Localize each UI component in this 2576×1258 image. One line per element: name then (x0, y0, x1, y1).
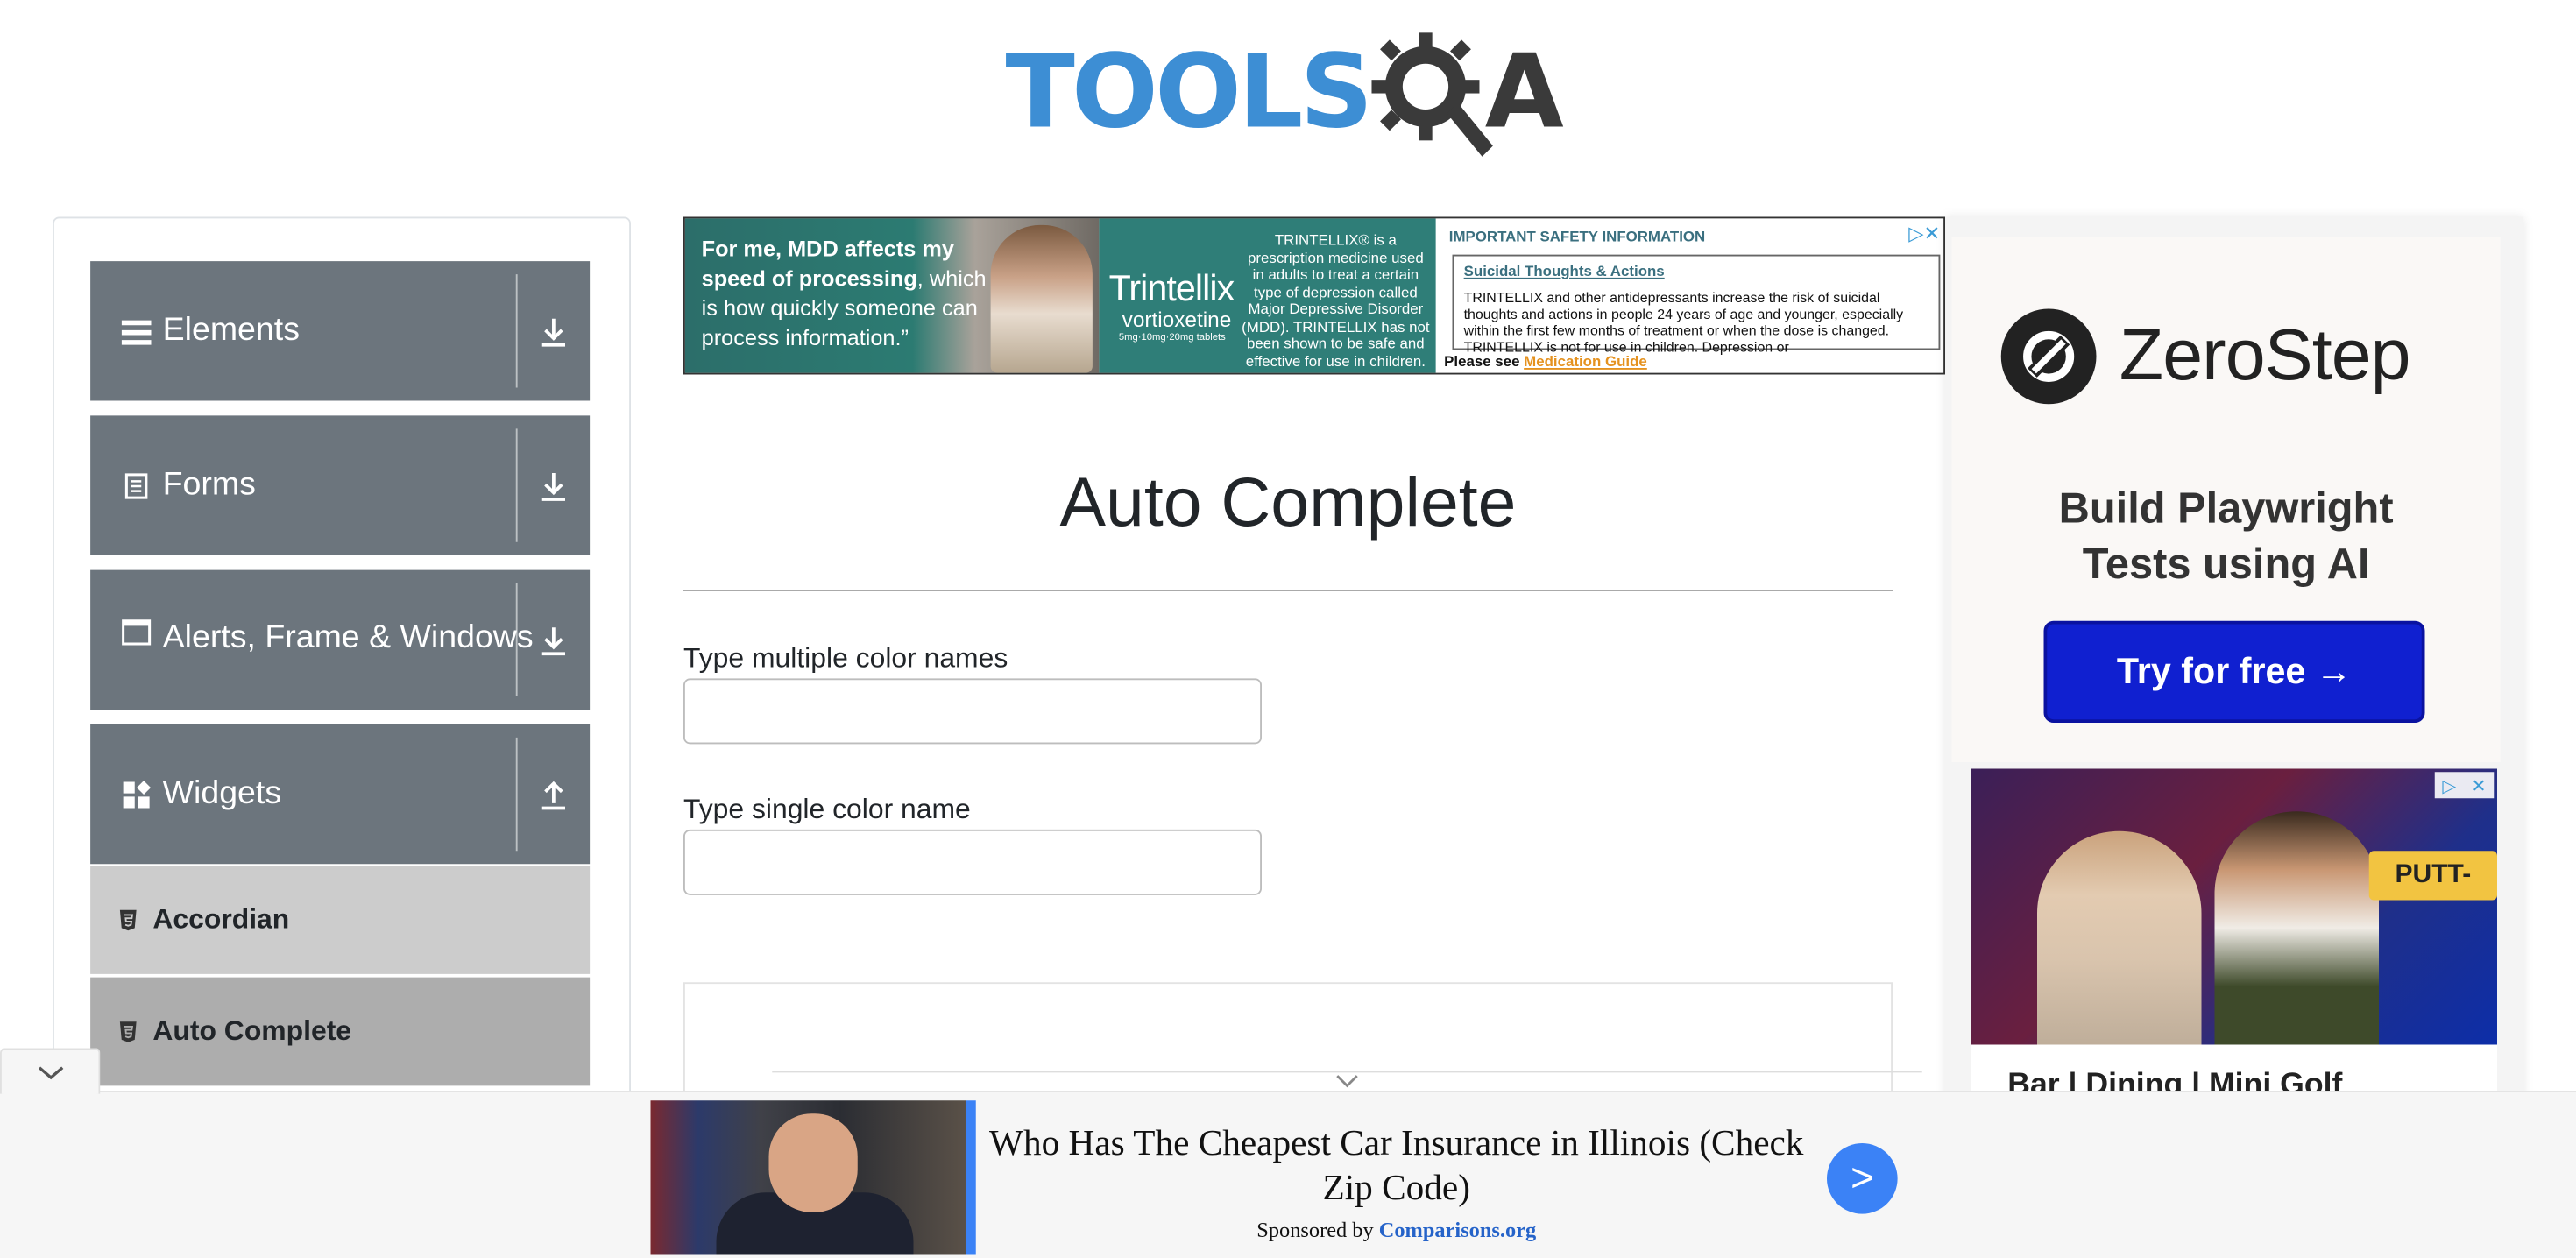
zerostep-brand: ZeroStep (2119, 315, 2411, 396)
ad-quote: For me, MDD affects my speed of processi… (702, 235, 989, 353)
sidebar-item-label: Accordian (152, 903, 290, 935)
html5-icon (117, 908, 139, 931)
single-color-input[interactable] (683, 829, 1262, 895)
ad-medication-guide-link[interactable]: Medication Guide (1524, 353, 1647, 370)
upload-arrow-icon[interactable] (531, 724, 577, 864)
zerostep-ad[interactable]: ZeroStep Build Playwright Tests using AI… (1951, 237, 2501, 762)
ad-brand-sub: vortioxetine (1122, 307, 1232, 332)
ad-quote-panel: For me, MDD affects my speed of processi… (684, 218, 1100, 373)
logo-text: TOOLS (1005, 31, 1374, 152)
ad-see-prefix: Please see (1444, 353, 1525, 370)
group-divider (515, 737, 518, 852)
sidebar-item-label: Auto Complete (152, 1014, 352, 1047)
ad-safety-text: TRINTELLIX and other antidepressants inc… (1463, 289, 1904, 355)
title-divider (683, 590, 1893, 591)
download-arrow-icon[interactable] (531, 261, 577, 400)
multiple-color-label: Type multiple color names (683, 642, 1008, 674)
bottom-ad-image[interactable] (650, 1100, 966, 1255)
adchoices-icon[interactable]: ▷✕ (1908, 222, 1940, 244)
ad-safety-panel: IMPORTANT SAFETY INFORMATION ▷✕ Suicidal… (1435, 218, 1944, 373)
collapse-ad-button[interactable] (0, 1048, 101, 1094)
document-icon (117, 470, 156, 500)
bottom-ad-headline[interactable]: Who Has The Cheapest Car Insurance in Il… (986, 1120, 1808, 1209)
sidebar-item-auto-complete[interactable]: Auto Complete (90, 977, 591, 1086)
window-icon (117, 619, 156, 646)
gear-magnifier-icon (1371, 32, 1493, 157)
page-title: Auto Complete (1059, 463, 1517, 541)
group-divider (515, 583, 518, 696)
sidebar-group-label: Elements (162, 312, 300, 349)
download-arrow-icon[interactable] (531, 415, 577, 555)
ad-safety-box: Suicidal Thoughts & Actions TRINTELLIX a… (1452, 254, 1941, 355)
ad-description: TRINTELLIX® is a prescription medicine u… (1242, 231, 1430, 369)
ad-brand-dose: 5mg·10mg·20mg tablets (1118, 333, 1226, 343)
sidebar-group-label: Alerts, Frame & Windows (162, 618, 534, 656)
zerostep-tagline-line1: Build Playwright (2058, 483, 2394, 533)
bar-dining-ad-image[interactable]: PUTT- ▷ ✕ (1971, 768, 2497, 1045)
hamburger-icon (117, 318, 156, 344)
group-divider (515, 428, 518, 542)
sidebar-item-accordian[interactable]: Accordian (90, 866, 591, 974)
toolsqa-logo[interactable]: TOOLS A (1006, 23, 1578, 161)
zerostep-logo-icon (2000, 308, 2097, 405)
ad-person-woman (2037, 830, 2202, 1045)
ad-quote-bold: For me, MDD affects my (701, 237, 954, 262)
ad-isi-heading: IMPORTANT SAFETY INFORMATION (1448, 228, 1706, 245)
download-arrow-icon[interactable] (531, 570, 577, 710)
ad-see-line: Please see Medication Guide (1444, 353, 1647, 370)
bottom-ad-go-button[interactable]: > (1827, 1143, 1898, 1214)
sidebar-group-forms[interactable]: Forms (90, 415, 591, 555)
ad-quote-emphasis: speed of processing (701, 265, 917, 291)
bottom-ad-sponsor: Sponsored by Comparisons.org (986, 1217, 1808, 1243)
try-for-free-button[interactable]: Try for free → (2043, 620, 2425, 723)
sidebar-group-elements[interactable]: Elements (90, 261, 591, 401)
sponsor-prefix: Sponsored by (1256, 1217, 1379, 1242)
putt-sign: PUTT- (2368, 851, 2497, 901)
ad-person-photo (990, 224, 1093, 373)
sidebar-group-alerts[interactable]: Alerts, Frame & Windows (90, 569, 591, 710)
sidebar-group-widgets[interactable]: Widgets (90, 724, 591, 865)
top-banner-ad[interactable]: For me, MDD affects my speed of processi… (683, 216, 1945, 375)
multiple-color-input[interactable] (683, 678, 1262, 745)
single-color-label: Type single color name (683, 793, 971, 825)
zerostep-tagline: Build Playwright Tests using AI (1952, 480, 2501, 592)
chevron-down-icon (37, 1065, 63, 1079)
group-divider (515, 274, 518, 388)
logo-suffix: A (1484, 31, 1564, 152)
sidebar-group-label: Widgets (162, 775, 282, 812)
sponsor-link[interactable]: Comparisons.org (1379, 1217, 1536, 1241)
ad-brand-panel: Trintellix vortioxetine 5mg·10mg·20mg ta… (1099, 218, 1436, 373)
ad-person-man (2214, 811, 2379, 1045)
left-panel: Elements Forms Alerts, Frame & Windows W… (53, 216, 631, 1137)
page-root: TOOLS A Elements Forms Alerts, Frame & W… (0, 0, 2576, 1258)
bottom-ad-accent (966, 1100, 976, 1255)
ad-person-face (768, 1113, 858, 1212)
chevron-down-icon[interactable] (1334, 1072, 1361, 1089)
ad-safety-title[interactable]: Suicidal Thoughts & Actions (1464, 263, 1929, 279)
adchoices-close-icon[interactable]: ▷ ✕ (2434, 772, 2495, 799)
widgets-icon (117, 780, 156, 809)
ad-brand-name: Trintellix (1108, 267, 1235, 309)
zerostep-tagline-line2: Tests using AI (2082, 539, 2370, 589)
html5-icon (117, 1020, 139, 1042)
sidebar-group-label: Forms (162, 466, 256, 503)
right-ad-column: ZeroStep Build Playwright Tests using AI… (1945, 216, 2523, 1137)
